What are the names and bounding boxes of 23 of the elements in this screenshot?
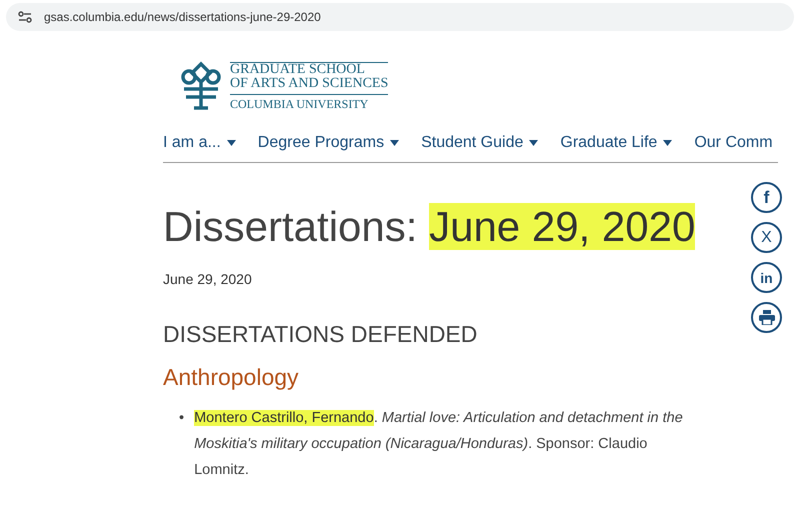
nav-menu-item[interactable]: Student Guide xyxy=(421,134,524,152)
url-text[interactable]: gsas.columbia.edu/news/dissertations-june-29-2020 xyxy=(44,10,321,24)
post-date: June 29, 2020 xyxy=(163,271,252,287)
printer-icon xyxy=(758,310,774,325)
nav-menu-item[interactable]: Our Comm xyxy=(694,134,773,152)
dissertation-entry: Montero Castrillo, Fernando. Martial love: Articulation and detachment in the Moskitia's military occupation (Nicaragua/Honduras). Sponsor: Claudio Lomnitz. xyxy=(194,409,684,480)
logo-text: GRADUATE SCHOOL xyxy=(230,62,366,76)
nav-menu-item[interactable]: Degree Programs xyxy=(258,134,384,152)
section-heading: DISSERTATIONS DEFENDED xyxy=(163,321,478,348)
linkedin-share-button[interactable]: in xyxy=(751,262,782,293)
crown-logo-icon xyxy=(180,61,222,111)
nav-menu-item[interactable]: I am a... xyxy=(163,134,221,152)
logo-text: OF ARTS AND SCIENCES xyxy=(230,76,388,90)
logo-text: COLUMBIA UNIVERSITY xyxy=(230,94,388,110)
x-share-button[interactable]: X xyxy=(751,222,782,253)
print-button[interactable] xyxy=(751,302,782,333)
site-settings-icon[interactable] xyxy=(18,11,32,23)
page-title: Dissertations: xyxy=(163,203,418,250)
facebook-share-button[interactable]: f xyxy=(751,182,782,213)
page-title: June 29, 2020 xyxy=(429,203,696,250)
nav-menu-item[interactable]: Graduate Life xyxy=(560,134,658,152)
department-heading: Anthropology xyxy=(163,364,300,391)
bullet: • xyxy=(179,409,184,428)
